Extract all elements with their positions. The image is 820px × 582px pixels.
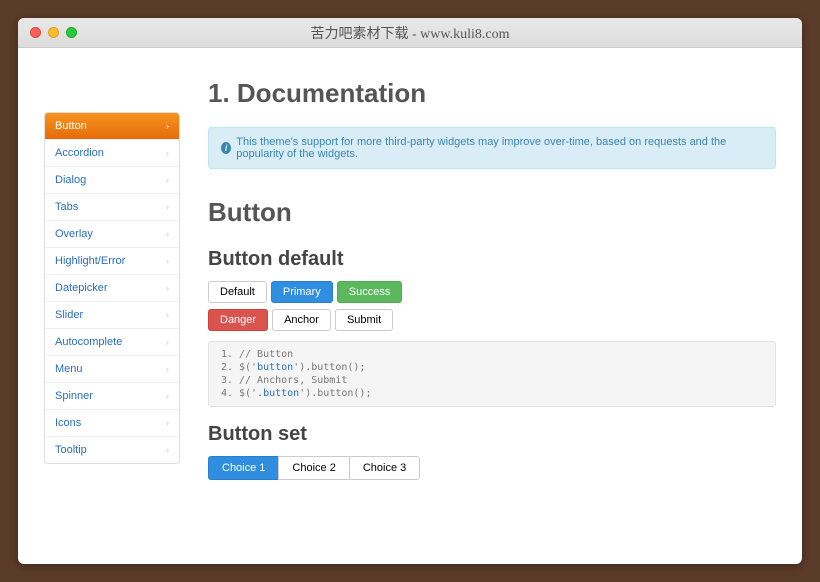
anchor-button[interactable]: Anchor — [272, 309, 331, 331]
chevron-right-icon: › — [166, 283, 169, 293]
sidebar-item-autocomplete[interactable]: Autocomplete › — [45, 329, 179, 356]
chevron-right-icon: › — [166, 229, 169, 239]
sidebar-item-highlight-error[interactable]: Highlight/Error › — [45, 248, 179, 275]
sidebar-item-label: Icons — [55, 417, 81, 429]
sidebar-item-tabs[interactable]: Tabs › — [45, 194, 179, 221]
chevron-right-icon: › — [166, 121, 169, 131]
info-alert: i This theme's support for more third-pa… — [208, 127, 776, 169]
close-icon[interactable] — [30, 27, 41, 38]
sidebar-item-label: Autocomplete — [55, 336, 122, 348]
chevron-right-icon: › — [166, 175, 169, 185]
code-line: $('.button').button(); — [239, 387, 767, 400]
sidebar: Button›Accordion›Dialog›Tabs›Overlay›Hig… — [44, 112, 180, 564]
section-title: Button — [208, 197, 776, 228]
sidebar-item-spinner[interactable]: Spinner › — [45, 383, 179, 410]
sidebar-item-label: Highlight/Error — [55, 255, 125, 267]
code-line: // Button — [239, 348, 767, 361]
titlebar: 苦力吧素材下载 - www.kuli8.com — [18, 18, 802, 48]
sidebar-item-label: Tooltip — [55, 444, 87, 456]
sidebar-item-label: Slider — [55, 309, 83, 321]
sidebar-item-tooltip[interactable]: Tooltip › — [45, 437, 179, 463]
chevron-right-icon: › — [166, 337, 169, 347]
sidebar-item-label: Dialog — [55, 174, 86, 186]
main: 1. Documentation i This theme's support … — [208, 78, 776, 564]
chevron-right-icon: › — [166, 445, 169, 455]
chevron-right-icon: › — [166, 202, 169, 212]
sidebar-item-datepicker[interactable]: Datepicker › — [45, 275, 179, 302]
button-row-1: Default Primary Success — [208, 281, 776, 303]
sidebar-item-label: Menu — [55, 363, 83, 375]
button-default-heading: Button default — [208, 248, 776, 271]
chevron-right-icon: › — [166, 256, 169, 266]
choice-2-button[interactable]: Choice 2 — [278, 456, 349, 480]
sidebar-item-dialog[interactable]: Dialog › — [45, 167, 179, 194]
sidebar-item-label: Tabs — [55, 201, 78, 213]
choice-3-button[interactable]: Choice 3 — [349, 456, 420, 480]
sidebar-item-slider[interactable]: Slider › — [45, 302, 179, 329]
sidebar-item-button[interactable]: Button › — [45, 113, 179, 140]
sidebar-item-menu[interactable]: Menu › — [45, 356, 179, 383]
chevron-right-icon: › — [166, 391, 169, 401]
code-line: // Anchors, Submit — [239, 374, 767, 387]
sidebar-item-label: Button — [55, 120, 87, 132]
chevron-right-icon: › — [166, 148, 169, 158]
sidebar-item-label: Spinner — [55, 390, 93, 402]
window-title: 苦力吧素材下载 - www.kuli8.com — [18, 23, 802, 43]
browser-window: 苦力吧素材下载 - www.kuli8.com Button›Accordion… — [18, 18, 802, 564]
sidebar-item-icons[interactable]: Icons › — [45, 410, 179, 437]
success-button[interactable]: Success — [337, 281, 403, 303]
button-set: Choice 1 Choice 2 Choice 3 — [208, 456, 776, 480]
button-set-heading: Button set — [208, 423, 776, 446]
danger-button[interactable]: Danger — [208, 309, 268, 331]
sidebar-nav: Button›Accordion›Dialog›Tabs›Overlay›Hig… — [44, 112, 180, 464]
code-line: $('button').button(); — [239, 361, 767, 374]
choice-1-button[interactable]: Choice 1 — [208, 456, 279, 480]
sidebar-item-accordion[interactable]: Accordion › — [45, 140, 179, 167]
minimize-icon[interactable] — [48, 27, 59, 38]
submit-button[interactable]: Submit — [335, 309, 393, 331]
info-icon: i — [221, 142, 231, 154]
default-button[interactable]: Default — [208, 281, 267, 303]
chevron-right-icon: › — [166, 310, 169, 320]
chevron-right-icon: › — [166, 364, 169, 374]
alert-text: This theme's support for more third-part… — [236, 136, 763, 160]
sidebar-item-overlay[interactable]: Overlay › — [45, 221, 179, 248]
chevron-right-icon: › — [166, 418, 169, 428]
code-block: // Button$('button').button();// Anchors… — [208, 341, 776, 407]
window-controls — [30, 27, 77, 38]
primary-button[interactable]: Primary — [271, 281, 333, 303]
sidebar-item-label: Overlay — [55, 228, 93, 240]
sidebar-item-label: Datepicker — [55, 282, 108, 294]
button-row-2: Danger Anchor Submit — [208, 309, 776, 331]
page-title: 1. Documentation — [208, 78, 776, 109]
maximize-icon[interactable] — [66, 27, 77, 38]
sidebar-item-label: Accordion — [55, 147, 104, 159]
content: Button›Accordion›Dialog›Tabs›Overlay›Hig… — [18, 48, 802, 564]
